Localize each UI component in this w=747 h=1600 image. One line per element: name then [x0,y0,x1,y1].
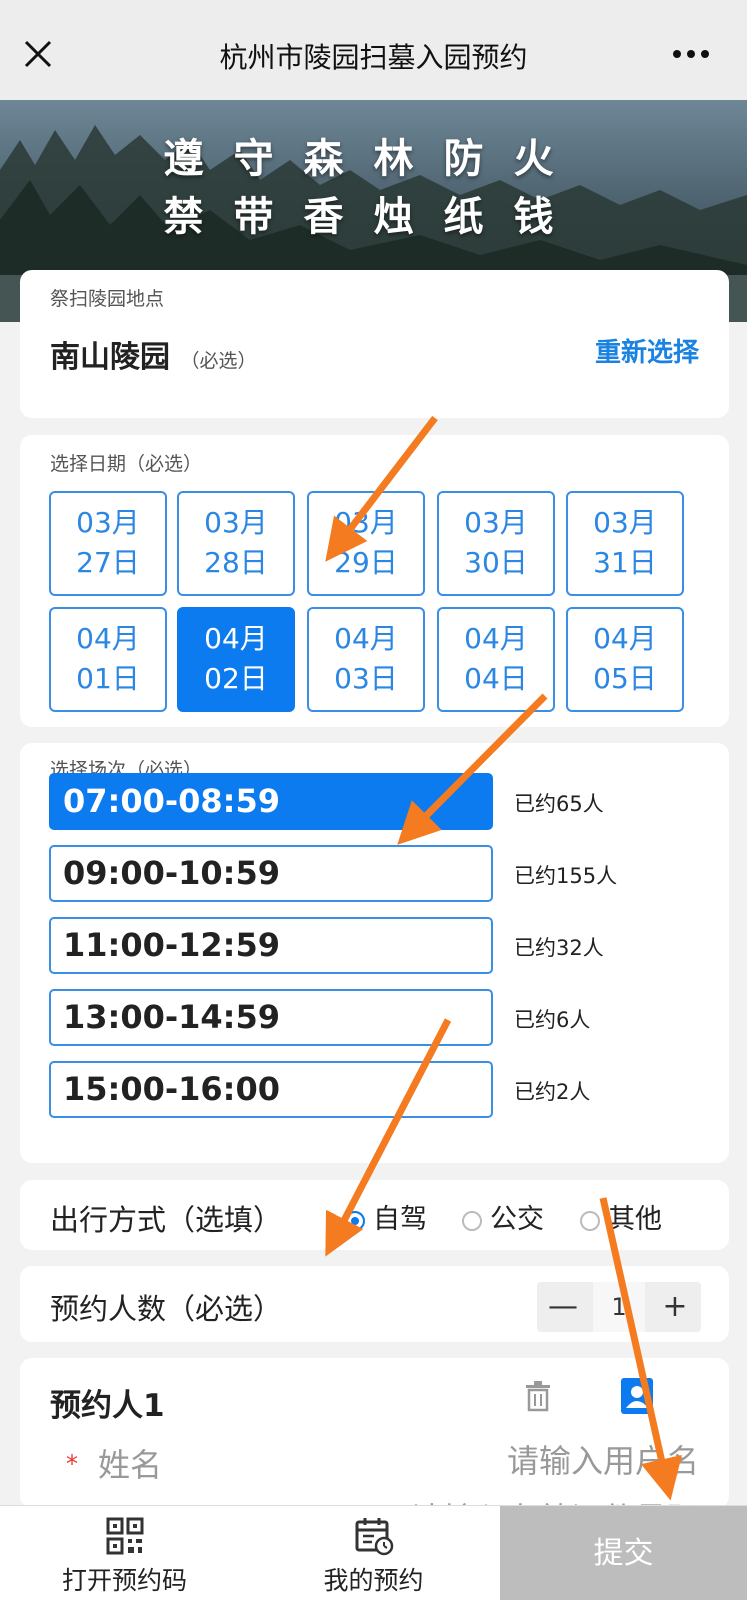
calendar-clock-icon [355,1518,393,1556]
count-stepper: — 1 + [537,1282,701,1332]
date-option[interactable]: 04月 03日 [307,607,425,712]
travel-card: 出行方式（选填） 自驾 公交 其他 [20,1180,729,1250]
date-month: 04月 [76,622,140,655]
travel-option-self-drive[interactable]: 自驾 [345,1197,427,1236]
qr-code-icon [106,1517,143,1555]
person-title: 预约人1 [50,1388,165,1424]
page-title: 杭州市陵园扫墓入园预约 [219,41,528,74]
location-label: 祭扫陵园地点 [50,288,165,310]
submit-button[interactable]: 提交 [500,1506,747,1600]
name-label: 姓名 [98,1446,163,1484]
date-month: 03月 [464,506,528,539]
date-day: 31日 [593,546,657,579]
date-month: 03月 [76,506,140,539]
date-day: 01日 [76,662,140,695]
count-card: 预约人数（必选） — 1 + [20,1266,729,1342]
date-option[interactable]: 03月 28日 [177,491,295,596]
more-options-icon[interactable] [671,42,711,66]
date-day: 04日 [464,662,528,695]
trash-icon[interactable] [524,1380,552,1412]
date-day: 05日 [593,662,657,695]
date-month: 04月 [204,622,268,655]
date-option[interactable]: 04月 01日 [49,607,167,712]
location-card: 祭扫陵园地点 南山陵园 （必选） 重新选择 [20,270,729,418]
open-code-label: 打开预约码 [61,1566,187,1595]
time-slot-button[interactable]: 09:00-10:59 [49,845,493,902]
my-booking-tab[interactable]: 我的预约 [249,1506,498,1600]
location-required-hint: （必选） [180,350,257,372]
date-card: 选择日期（必选） 03月 27日 03月 28日 03月 29日 03月 30日 03月 31日 0… [20,435,729,727]
date-option[interactable]: 04月 05日 [566,607,684,712]
count-value[interactable]: 1 [593,1282,645,1332]
date-month: 04月 [334,622,398,655]
date-option[interactable]: 03月 29日 [307,491,425,596]
date-option[interactable]: 03月 27日 [49,491,167,596]
top-bar: 杭州市陵园扫墓入园预约 [0,0,747,100]
date-option[interactable]: 03月 30日 [437,491,555,596]
booked-count: 已约32人 [514,936,604,960]
location-name: 南山陵园 [50,340,170,375]
booked-count: 已约2人 [514,1080,591,1104]
date-label: 选择日期（必选） [50,453,203,475]
decrement-button[interactable]: — [537,1282,589,1332]
reselect-button[interactable]: 重新选择 [595,332,699,369]
booked-count: 已约155人 [514,864,618,888]
open-code-tab[interactable]: 打开预约码 [0,1506,249,1600]
increment-button[interactable]: + [649,1282,701,1332]
booked-count: 已约6人 [514,1008,591,1032]
location-value: 南山陵园 （必选） [50,332,256,376]
date-day: 30日 [464,546,528,579]
slot-card: 选择场次（必选） 07:00-08:59 已约65人 09:00-10:59 已约15… [20,743,729,1163]
radio-selected-icon [345,1210,365,1231]
my-booking-label: 我的预约 [323,1566,424,1595]
date-month: 03月 [204,506,268,539]
time-slot-button[interactable]: 15:00-16:00 [49,1061,493,1118]
date-day: 29日 [334,546,398,579]
count-label: 预约人数（必选） [50,1292,283,1326]
time-slot-button[interactable]: 11:00-12:59 [49,917,493,974]
radio-icon [462,1210,482,1231]
date-month: 04月 [464,622,528,655]
date-day: 03日 [334,662,398,695]
travel-label: 出行方式（选填） [50,1203,283,1237]
date-month: 03月 [593,506,657,539]
radio-icon [580,1210,600,1231]
time-slot-button[interactable]: 13:00-14:59 [49,989,493,1046]
date-option[interactable]: 04月 02日 [177,607,295,712]
date-day: 02日 [204,662,268,695]
date-day: 28日 [204,546,268,579]
date-option[interactable]: 03月 31日 [566,491,684,596]
time-slot-button[interactable]: 07:00-08:59 [49,773,493,830]
date-month: 03月 [334,506,398,539]
travel-option-bus[interactable]: 公交 [462,1197,544,1236]
travel-option-other[interactable]: 其他 [580,1197,662,1236]
date-month: 04月 [593,622,657,655]
banner-line-2: 禁带香烛纸钱 [163,194,584,240]
person-card: 预约人1 * 姓名 证件号码 [20,1358,729,1508]
date-option[interactable]: 04月 04日 [437,607,555,712]
name-input[interactable] [439,1440,699,1482]
bottom-bar: 打开预约码 我的预约 提交 [0,1505,747,1600]
banner-line-1: 遵守森林防火 [163,136,584,182]
date-day: 27日 [76,546,140,579]
booked-count: 已约65人 [514,792,604,816]
required-star-icon: * [66,1450,78,1478]
contact-book-icon[interactable] [617,1376,657,1416]
